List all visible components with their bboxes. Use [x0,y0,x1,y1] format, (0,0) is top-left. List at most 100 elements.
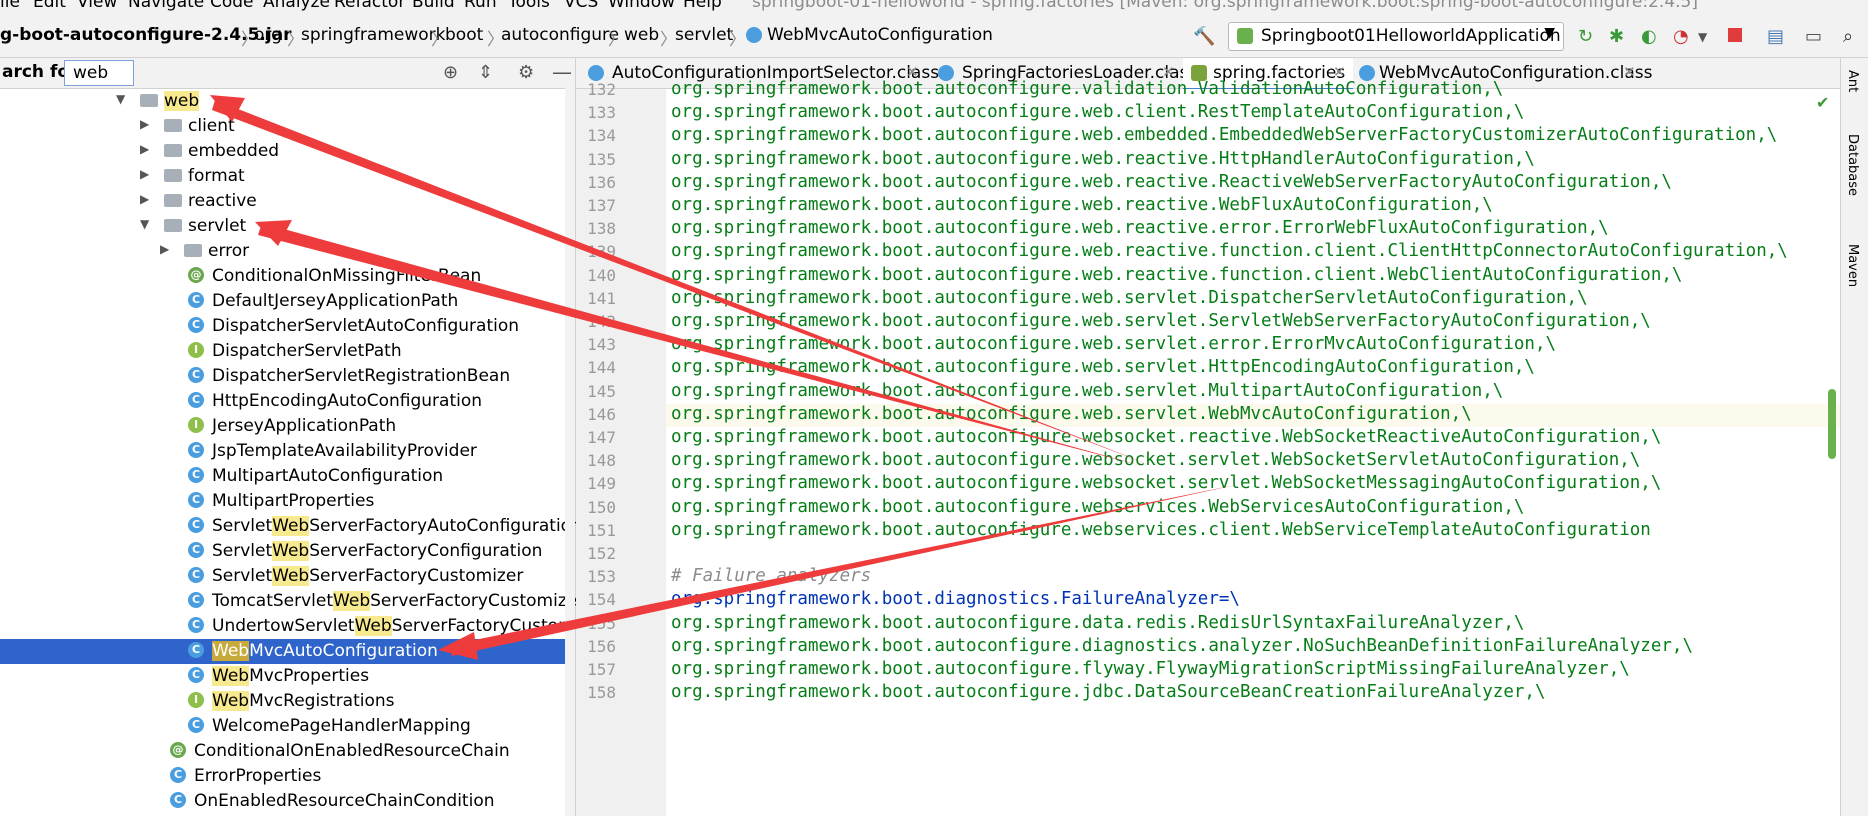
code-line[interactable]: org.springframework.boot.autoconfigure.w… [671,172,1672,192]
tree-item-row[interactable]: C OnEnabledResourceChainCondition [0,789,575,814]
tree-folder-row[interactable]: ▶ format [0,164,575,189]
tree-folder-row[interactable]: ▶ error [0,239,575,264]
code-line[interactable]: org.springframework.boot.autoconfigure.d… [671,613,1524,633]
code-line[interactable]: org.springframework.boot.autoconfigure.f… [671,659,1630,679]
tree-item-row[interactable]: @ ConditionalOnEnabledResourceChain [0,739,575,764]
tree-item-row[interactable]: C ErrorProperties [0,764,575,789]
chevron-down-icon[interactable]: ▼ [116,92,125,106]
tree-item-row[interactable]: C ServletWebServerFactoryAutoConfiguratio… [0,514,582,539]
tree-folder-row[interactable]: ▼ web [0,89,575,114]
code-line[interactable]: org.springframework.boot.autoconfigure.w… [671,427,1661,447]
chevron-right-icon[interactable]: ▶ [140,167,149,181]
tree-folder-row[interactable]: ▼ servlet [0,214,575,239]
menu-edit[interactable]: Edit [33,0,66,12]
code-line[interactable]: org.springframework.boot.autoconfigure.w… [671,195,1493,215]
code-line[interactable]: org.springframework.boot.autoconfigure.v… [671,79,1503,99]
search-input[interactable] [64,60,134,86]
code-line[interactable]: org.springframework.boot.autoconfigure.w… [671,265,1682,285]
collapse-all-icon[interactable]: ⇕ [478,62,493,83]
tree-item-row[interactable]: C MultipartAutoConfiguration [0,464,575,489]
menu-view[interactable]: View [77,0,117,12]
code-line[interactable]: org.springframework.boot.autoconfigure.w… [671,102,1524,122]
chevron-down-icon[interactable]: ▼ [1698,30,1716,48]
menu-navigate[interactable]: Navigate [128,0,204,12]
gear-icon[interactable]: ⚙ [518,62,534,83]
menu-code[interactable]: Code [210,0,254,12]
code-line[interactable]: # Failure analyzers [671,566,871,586]
run-configuration-select[interactable]: Springboot01HelloworldApplication ▼ [1228,22,1564,51]
tree-item-row[interactable]: I JerseyApplicationPath [0,414,575,439]
coverage-icon[interactable]: ◐ [1641,26,1659,47]
breadcrumb-autoconfigure[interactable]: autoconfigure [501,25,619,45]
code-line[interactable]: org.springframework.boot.autoconfigure.w… [671,288,1588,308]
tree-item-row[interactable]: I DispatcherServletPath [0,339,575,364]
layout-icon[interactable]: ▭ [1805,26,1823,47]
profile-icon[interactable]: ◔ [1673,26,1691,47]
code-line[interactable]: org.springframework.boot.autoconfigure.w… [671,241,1788,261]
menu-refactor[interactable]: Refactor [334,0,405,12]
tool-maven[interactable]: Maven [1845,244,1860,287]
tree-item-row[interactable]: C WebMvcProperties [0,664,575,689]
chevron-down-icon[interactable]: ▼ [140,217,149,231]
menu-help[interactable]: Help [683,0,722,12]
code-line[interactable]: org.springframework.boot.autoconfigure.w… [671,218,1609,238]
code-line[interactable]: org.springframework.boot.autoconfigure.w… [671,311,1651,331]
tool-ant[interactable]: Ant [1845,70,1860,92]
tree-folder-row[interactable]: ▶ embedded [0,139,575,164]
chevron-right-icon[interactable]: ▶ [160,242,169,256]
menu-vcs[interactable]: VCS [564,0,598,12]
search-icon[interactable]: ⌕ [1843,26,1861,47]
tree-scrollbar[interactable] [565,88,575,816]
chevron-right-icon[interactable]: ▶ [140,192,149,206]
code-line[interactable]: org.springframework.boot.autoconfigure.d… [671,636,1693,656]
code-line[interactable]: org.springframework.boot.autoconfigure.w… [671,404,1472,424]
breadcrumb-web[interactable]: web [624,25,659,45]
breadcrumb-org[interactable]: org [254,25,282,45]
tree-item-row[interactable]: C DefaultJerseyApplicationPath [0,289,575,314]
code-line[interactable]: org.springframework.boot.autoconfigure.w… [671,450,1640,470]
tree-item-row[interactable]: C WelcomePageHandlerMapping [0,714,575,739]
menu-run[interactable]: Run [464,0,497,12]
tree-item-row[interactable]: C JspTemplateAvailabilityProvider [0,439,575,464]
stop-icon[interactable] [1728,28,1742,42]
tree-item-row[interactable]: C WebMvcAutoConfiguration [0,639,575,664]
project-structure-icon[interactable]: ▤ [1767,26,1785,47]
tool-database[interactable]: Database [1845,134,1860,196]
chevron-right-icon[interactable]: ▶ [140,142,149,156]
code-line[interactable]: org.springframework.boot.autoconfigure.w… [671,381,1503,401]
code-line[interactable]: org.springframework.boot.autoconfigure.j… [671,682,1545,702]
menu-file[interactable]: ile [0,0,20,12]
tree-item-row[interactable]: C DispatcherServletRegistrationBean [0,364,575,389]
code-line[interactable]: org.springframework.boot.autoconfigure.w… [671,473,1661,493]
breadcrumb-class[interactable]: WebMvcAutoConfiguration [767,25,993,45]
tree-item-row[interactable]: C HttpEncodingAutoConfiguration [0,389,575,414]
tree-item-row[interactable]: @ ConditionalOnMissingFilterBean [0,264,575,289]
tree-item-row[interactable]: C UndertowServletWebServerFactoryCustomiz… [0,614,606,639]
hammer-build-icon[interactable]: 🔨 [1193,26,1215,47]
menu-window[interactable]: Window [608,0,675,12]
tree-item-row[interactable]: C ServletWebServerFactoryConfiguration [0,539,575,564]
breadcrumb-boot[interactable]: boot [445,25,483,45]
menu-tools[interactable]: Tools [508,0,550,12]
tree-item-row[interactable]: C DispatcherServletAutoConfiguration [0,314,575,339]
code-line[interactable]: org.springframework.boot.autoconfigure.w… [671,357,1535,377]
code-line[interactable]: org.springframework.boot.autoconfigure.w… [671,497,1524,517]
code-line[interactable]: org.springframework.boot.diagnostics.Fai… [671,589,1240,609]
breadcrumb-servlet[interactable]: servlet [675,25,733,45]
tree-item-row[interactable]: C MultipartProperties [0,489,575,514]
editor-scrollbar[interactable] [1828,389,1836,459]
minimize-icon[interactable]: — [552,60,572,84]
rerun-icon[interactable]: ↻ [1578,26,1596,47]
code-line[interactable]: org.springframework.boot.autoconfigure.w… [671,520,1651,540]
tree-item-row[interactable]: I WebMvcRegistrations [0,689,575,714]
close-icon[interactable]: ✕ [1623,63,1636,81]
code-line[interactable]: org.springframework.boot.autoconfigure.w… [671,334,1556,354]
locate-icon[interactable]: ⊕ [443,62,458,83]
breadcrumb-springframework[interactable]: springframework [301,25,445,45]
chevron-right-icon[interactable]: ▶ [140,117,149,131]
tree-item-row[interactable]: C TomcatServletWebServerFactoryCustomizer [0,589,584,614]
tree-folder-row[interactable]: ▶ client [0,114,575,139]
code-editor[interactable]: 132 org.springframework.boot.autoconfigur… [576,79,1840,816]
tree-folder-row[interactable]: ▶ reactive [0,189,575,214]
code-line[interactable]: org.springframework.boot.autoconfigure.w… [671,125,1777,145]
